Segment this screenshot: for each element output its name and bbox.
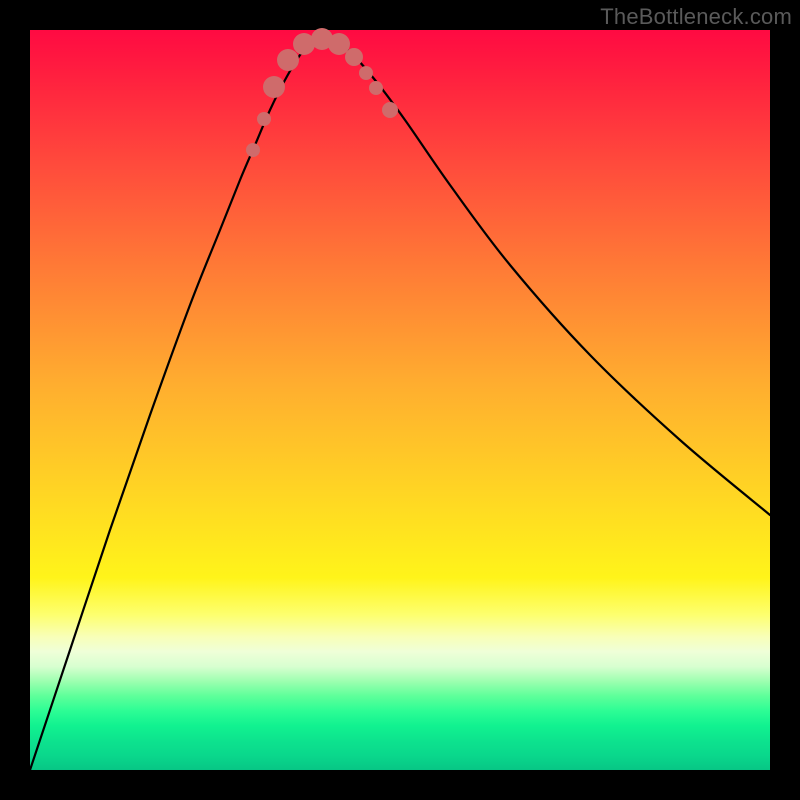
chart-marker (369, 81, 383, 95)
bottleneck-curve-path (30, 38, 770, 770)
chart-marker (263, 76, 285, 98)
chart-marker (382, 102, 398, 118)
chart-marker (359, 66, 373, 80)
watermark-text: TheBottleneck.com (600, 4, 792, 30)
chart-marker (257, 112, 271, 126)
chart-marker (328, 33, 350, 55)
chart-marker (277, 49, 299, 71)
chart-marker (246, 143, 260, 157)
chart-svg (30, 30, 770, 770)
chart-marker (345, 48, 363, 66)
chart-markers (246, 28, 398, 157)
